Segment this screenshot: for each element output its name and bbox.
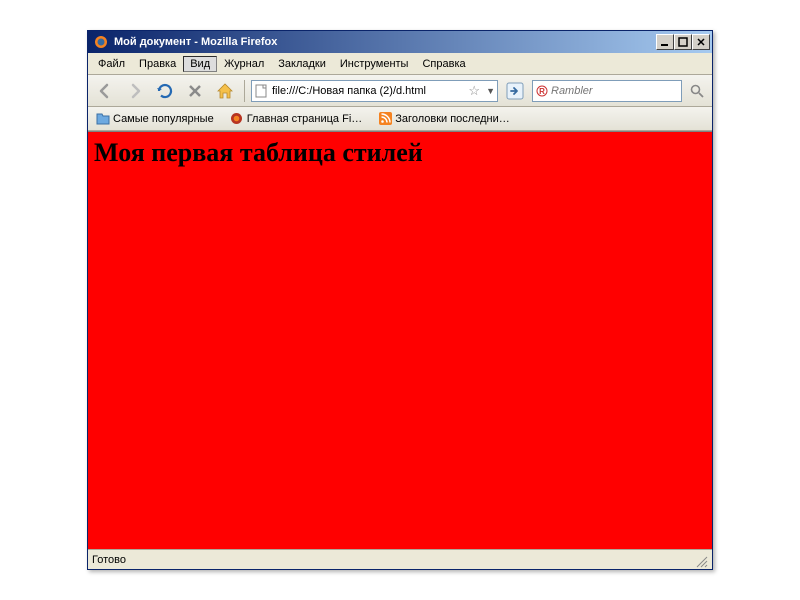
url-input[interactable] xyxy=(272,85,464,97)
window-title: Мой документ - Mozilla Firefox xyxy=(112,36,656,48)
bookmark-firefox-home[interactable]: Главная страница Fi… xyxy=(226,110,367,128)
bookmark-label: Самые популярные xyxy=(113,113,214,125)
reload-button[interactable] xyxy=(152,78,178,104)
close-button[interactable] xyxy=(692,34,710,50)
maximize-button[interactable] xyxy=(674,34,692,50)
bookmarks-toolbar: Самые популярные Главная страница Fi… За… xyxy=(88,107,712,131)
menu-bookmarks[interactable]: Закладки xyxy=(271,56,333,72)
bookmark-latest-headlines[interactable]: Заголовки последни… xyxy=(374,110,513,128)
stop-button[interactable] xyxy=(182,78,208,104)
toolbar-divider xyxy=(244,80,245,102)
menu-tools[interactable]: Инструменты xyxy=(333,56,416,72)
firefox-small-icon xyxy=(230,112,244,126)
bookmark-label: Заголовки последни… xyxy=(395,113,509,125)
bookmark-most-visited[interactable]: Самые популярные xyxy=(92,110,218,128)
menu-history[interactable]: Журнал xyxy=(217,56,271,72)
browser-window: Мой документ - Mozilla Firefox Файл Прав… xyxy=(87,30,713,570)
navigation-toolbar: ☆ ▼ R xyxy=(88,75,712,107)
search-bar[interactable]: R xyxy=(532,80,682,102)
menu-file[interactable]: Файл xyxy=(91,56,132,72)
search-go-button[interactable] xyxy=(686,80,708,102)
address-bar[interactable]: ☆ ▼ xyxy=(251,80,498,102)
statusbar: Готово xyxy=(88,549,712,569)
go-button[interactable] xyxy=(502,78,528,104)
search-input[interactable] xyxy=(551,85,694,97)
bookmark-star-icon[interactable]: ☆ xyxy=(468,83,482,99)
search-engine-icon[interactable]: R xyxy=(536,84,548,98)
menu-edit[interactable]: Правка xyxy=(132,56,183,72)
back-button[interactable] xyxy=(92,78,118,104)
svg-text:R: R xyxy=(539,87,545,96)
menubar: Файл Правка Вид Журнал Закладки Инструме… xyxy=(88,53,712,75)
rss-icon xyxy=(378,112,392,126)
forward-button[interactable] xyxy=(122,78,148,104)
bookmark-label: Главная страница Fi… xyxy=(247,113,363,125)
minimize-button[interactable] xyxy=(656,34,674,50)
page-content: Моя первая таблица стилей xyxy=(88,131,712,549)
menu-help[interactable]: Справка xyxy=(415,56,472,72)
titlebar: Мой документ - Mozilla Firefox xyxy=(88,31,712,53)
page-icon xyxy=(254,84,268,98)
home-button[interactable] xyxy=(212,78,238,104)
resize-grip-icon[interactable] xyxy=(692,552,708,568)
page-heading: Моя первая таблица стилей xyxy=(88,132,712,174)
url-dropdown-icon[interactable]: ▼ xyxy=(486,86,495,96)
folder-icon xyxy=(96,112,110,126)
firefox-icon xyxy=(93,34,109,50)
status-text: Готово xyxy=(92,554,692,566)
menu-view[interactable]: Вид xyxy=(183,56,217,72)
